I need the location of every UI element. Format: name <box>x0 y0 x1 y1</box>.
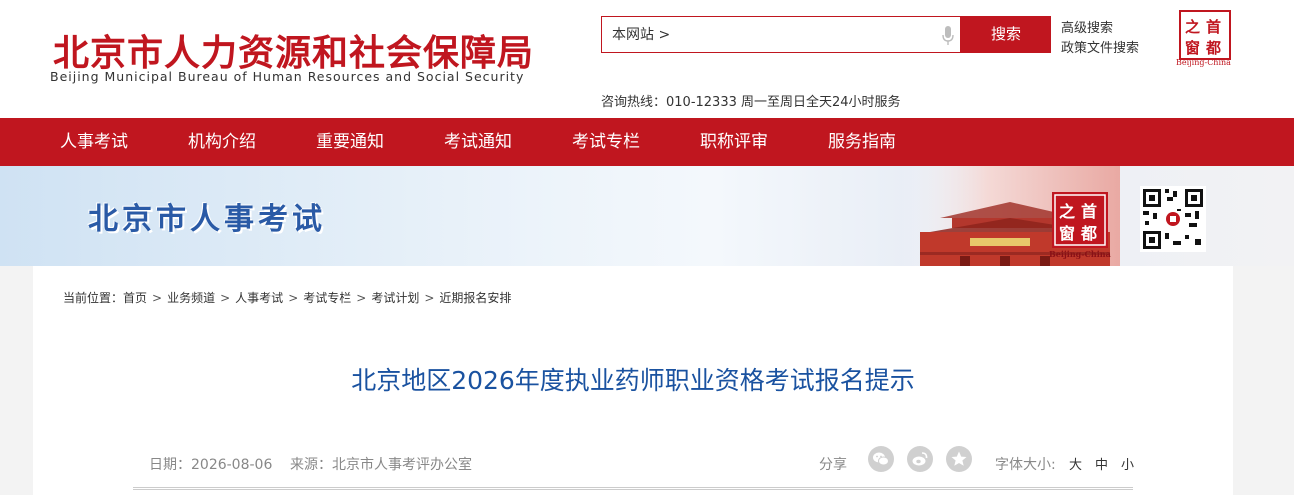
nav-item-exam-notices[interactable]: 考试通知 <box>444 118 512 166</box>
svg-text:窗: 窗 <box>1059 224 1075 243</box>
svg-text:首: 首 <box>1206 18 1221 36</box>
breadcrumb-separator: > <box>220 291 231 305</box>
article-date: 日期：2026-08-06 <box>149 457 273 473</box>
page: 北京市人力资源和社会保障局 Beijing Municipal Bureau o… <box>0 0 1294 495</box>
favorite-star-icon[interactable] <box>946 446 972 472</box>
main-nav: 人事考试 机构介绍 重要通知 考试通知 考试专栏 职称评审 服务指南 <box>0 118 1294 166</box>
breadcrumb-item-recent-registration[interactable]: 近期报名安排 <box>439 289 511 306</box>
nav-item-about[interactable]: 机构介绍 <box>188 118 256 166</box>
hotline-text: 咨询热线：010-12333 周一至周日全天24小时服务 <box>601 95 901 110</box>
site-header: 北京市人力资源和社会保障局 Beijing Municipal Bureau o… <box>0 0 1294 118</box>
seal-caption: Beijing-China <box>1176 58 1231 67</box>
svg-text:窗: 窗 <box>1185 39 1200 57</box>
site-logo-subtitle: Beijing Municipal Bureau of Human Resour… <box>50 69 525 84</box>
svg-text:都: 都 <box>1205 39 1221 57</box>
advanced-search-link[interactable]: 高级搜索 <box>1061 17 1113 36</box>
share-label: 分享 <box>819 457 847 473</box>
breadcrumb-separator: > <box>288 291 299 305</box>
nav-item-exam-column[interactable]: 考试专栏 <box>572 118 640 166</box>
breadcrumb-item-business[interactable]: 业务频道 <box>167 289 215 306</box>
svg-text:之: 之 <box>1185 18 1200 36</box>
capital-window-seal-icon[interactable]: 之 首 窗 都 <box>1179 10 1231 65</box>
breadcrumb: 当前位置：首页 > 业务频道 > 人事考试 > 考试专栏 > 考试计划 > 近期报名安排 <box>63 289 511 306</box>
banner-seal-icon: 之 首 窗 都 <box>1052 192 1108 248</box>
search-scope-label[interactable]: 本网站 > <box>612 24 670 44</box>
banner-seal-caption: Beijing-China <box>1049 249 1111 259</box>
nav-item-title-review[interactable]: 职称评审 <box>700 118 768 166</box>
article-source: 来源：北京市人事考评办公室 <box>290 457 472 473</box>
breadcrumb-prefix: 当前位置： <box>63 291 124 305</box>
nav-item-personnel-exam[interactable]: 人事考试 <box>60 118 128 166</box>
font-size-label: 字体大小: <box>995 457 1056 473</box>
breadcrumb-item-exam-column[interactable]: 考试专栏 <box>303 289 351 306</box>
banner-title: 北京市人事考试 <box>88 202 326 237</box>
wechat-icon[interactable] <box>868 446 894 472</box>
breadcrumb-separator: > <box>424 291 435 305</box>
policy-search-link[interactable]: 政策文件搜索 <box>1061 37 1139 56</box>
weibo-icon[interactable] <box>907 446 933 472</box>
meta-divider <box>133 487 1133 490</box>
font-size-medium-button[interactable]: 中 <box>1095 454 1108 473</box>
breadcrumb-item-personnel-exam[interactable]: 人事考试 <box>235 289 283 306</box>
article-card: 当前位置：首页 > 业务频道 > 人事考试 > 考试专栏 > 考试计划 > 近期报名安排 北京地区2… <box>33 266 1233 495</box>
font-size-large-button[interactable]: 大 <box>1069 454 1082 473</box>
svg-text:都: 都 <box>1080 224 1097 243</box>
breadcrumb-separator: > <box>356 291 367 305</box>
channel-banner: 北京市人事考试 之 首 窗 都 Beijing-China <box>0 166 1294 266</box>
microphone-icon[interactable] <box>942 26 954 46</box>
font-size-small-button[interactable]: 小 <box>1121 454 1134 473</box>
breadcrumb-item-exam-plan[interactable]: 考试计划 <box>371 289 419 306</box>
qr-code-icon <box>1140 186 1206 252</box>
breadcrumb-item-home[interactable]: 首页 <box>123 289 147 306</box>
nav-item-service-guide[interactable]: 服务指南 <box>828 118 896 166</box>
breadcrumb-separator: > <box>152 291 163 305</box>
article-title: 北京地区2026年度执业药师职业资格考试报名提示 <box>351 366 915 395</box>
svg-text:之: 之 <box>1059 202 1075 221</box>
nav-item-important-notices[interactable]: 重要通知 <box>316 118 384 166</box>
search-button[interactable]: 搜索 <box>961 16 1051 53</box>
search-input[interactable]: 本网站 > <box>601 16 961 53</box>
svg-text:首: 首 <box>1081 202 1097 221</box>
